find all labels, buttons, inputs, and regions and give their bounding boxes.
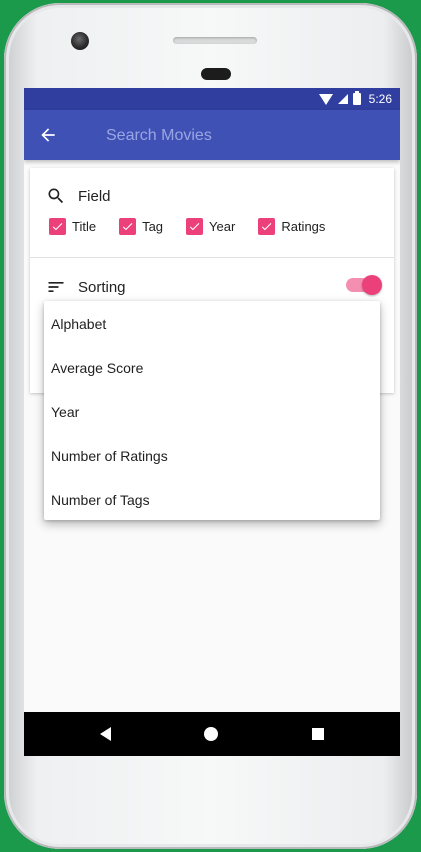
app-bar — [24, 110, 400, 160]
sorting-row: Sorting — [46, 275, 126, 299]
menu-item-year[interactable]: Year — [44, 390, 380, 434]
back-arrow-icon[interactable] — [38, 125, 58, 145]
check-icon — [122, 223, 133, 231]
checkbox-box[interactable] — [119, 218, 137, 235]
signal-icon — [337, 94, 348, 104]
checkbox-label: Tag — [142, 219, 164, 234]
nav-home-icon[interactable] — [204, 727, 218, 741]
checkbox-box[interactable] — [258, 218, 276, 235]
menu-item-number-of-tags[interactable]: Number of Tags — [44, 478, 380, 522]
front-camera — [71, 32, 89, 50]
navigation-bar — [24, 712, 400, 756]
checkbox-label: Year — [209, 219, 236, 234]
status-icons: 5:26 — [318, 91, 392, 106]
check-icon — [52, 223, 63, 231]
checkbox-label: Ratings — [281, 219, 326, 234]
status-time: 5:26 — [368, 92, 392, 106]
search-input[interactable] — [104, 123, 388, 149]
menu-item-average-score[interactable]: Average Score — [44, 346, 380, 390]
checkbox-label: Title — [72, 219, 97, 234]
field-checkboxes: Title Tag Year Ratings — [49, 218, 348, 235]
divider — [30, 257, 394, 258]
checkbox-year[interactable]: Year — [186, 218, 235, 235]
nav-recent-icon[interactable] — [312, 728, 324, 740]
status-bar: 5:26 — [24, 88, 400, 110]
field-row: Field — [46, 184, 111, 208]
sorting-toggle[interactable] — [346, 275, 382, 295]
menu-item-number-of-ratings[interactable]: Number of Ratings — [44, 434, 380, 478]
field-label: Field — [78, 187, 111, 205]
search-icon — [48, 188, 64, 204]
screen: 5:26 Field Title Ta — [24, 88, 400, 756]
proximity-sensor — [201, 68, 231, 80]
checkbox-box[interactable] — [186, 218, 204, 235]
check-icon — [262, 223, 272, 231]
earpiece-speaker — [173, 37, 257, 44]
nav-back-icon[interactable] — [100, 727, 111, 741]
sort-dropdown-menu: Alphabet Average Score Year Number of Ra… — [44, 301, 380, 520]
checkbox-ratings[interactable]: Ratings — [258, 218, 325, 235]
menu-item-alphabet[interactable]: Alphabet — [44, 302, 380, 346]
wifi-icon — [318, 93, 333, 105]
sort-icon — [48, 282, 64, 292]
battery-icon — [352, 91, 361, 105]
sorting-label: Sorting — [78, 278, 126, 296]
checkbox-tag[interactable]: Tag — [119, 218, 163, 235]
check-icon — [189, 223, 200, 231]
toggle-thumb[interactable] — [362, 275, 382, 295]
checkbox-title[interactable]: Title — [49, 218, 96, 235]
checkbox-box[interactable] — [49, 218, 66, 235]
